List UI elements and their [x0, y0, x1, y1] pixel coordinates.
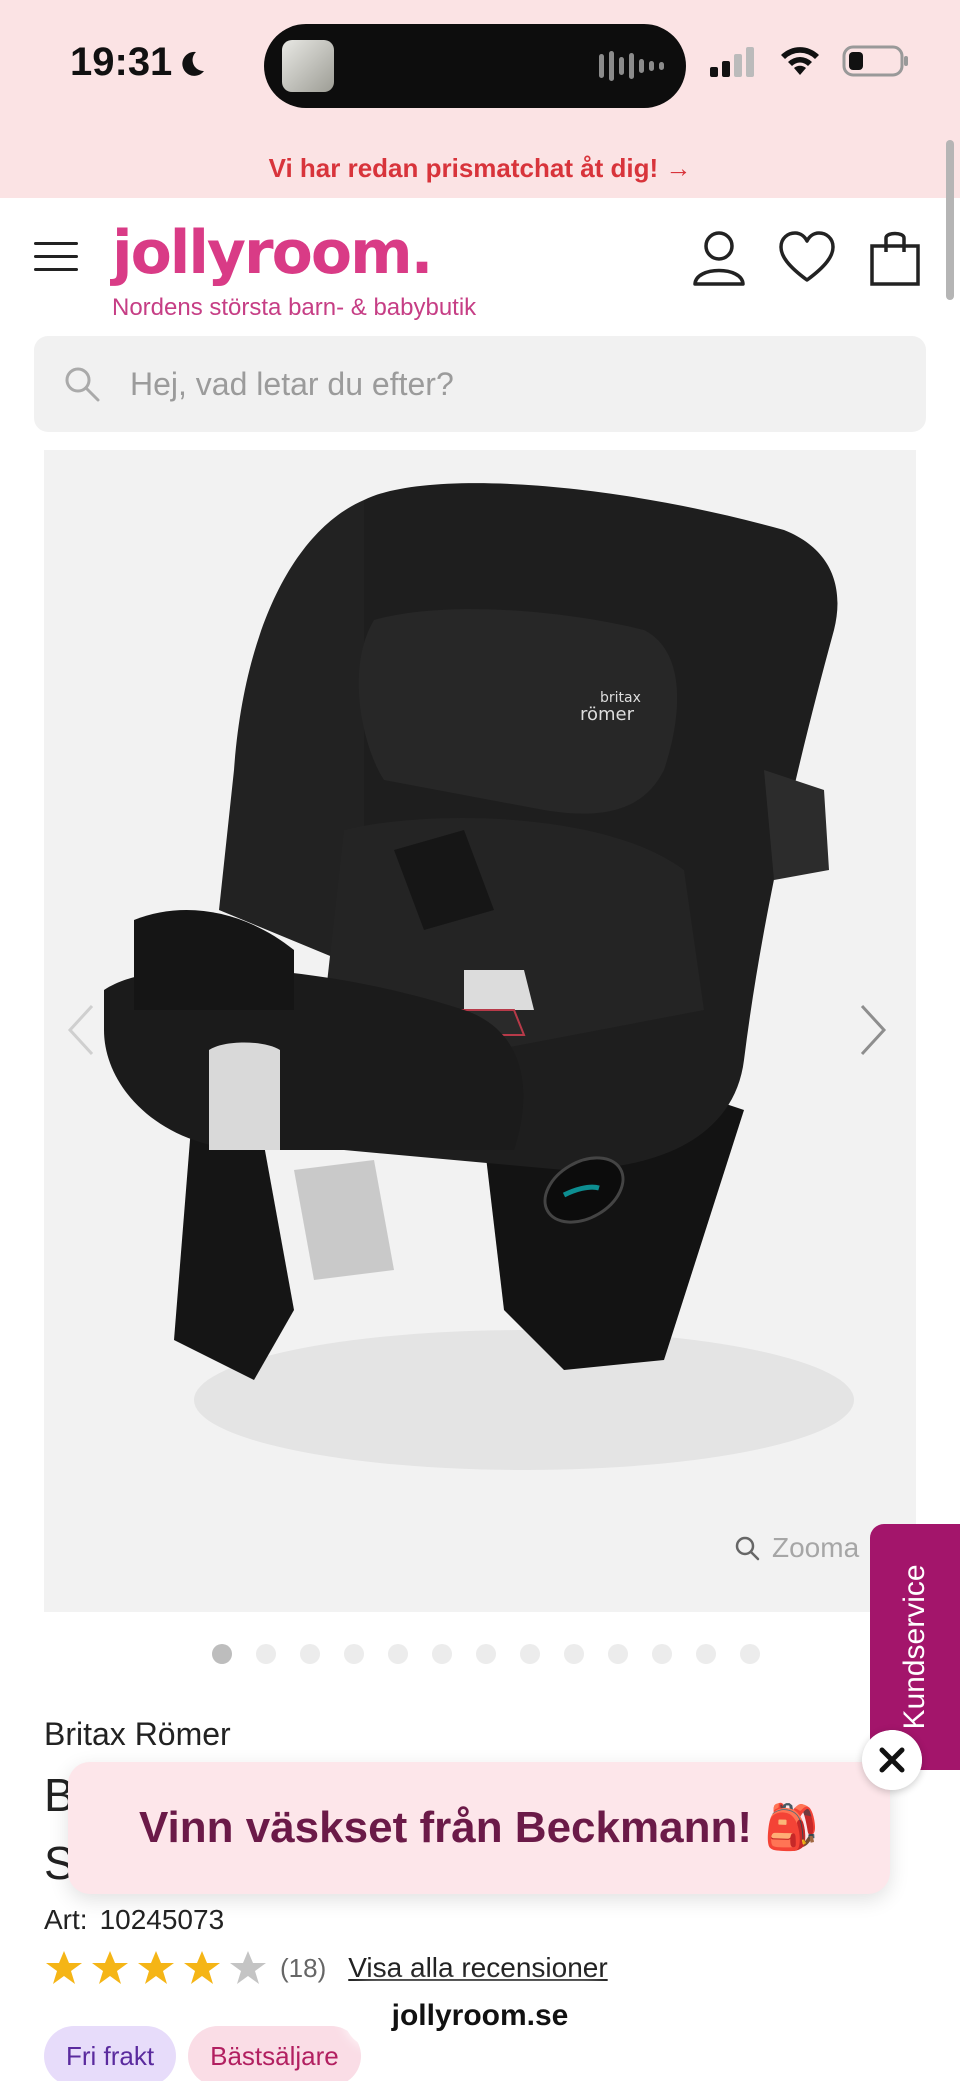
price-match-banner[interactable]: Vi har redan prismatchat åt dig! → [0, 128, 960, 198]
gallery-dot[interactable] [476, 1644, 496, 1664]
wifi-icon [781, 47, 819, 75]
gallery-dot[interactable] [212, 1644, 232, 1664]
gallery-dot[interactable] [564, 1644, 584, 1664]
product-image-gallery[interactable]: britax römer [44, 450, 916, 1612]
star-icon [184, 1951, 220, 1984]
status-bar: 19:31 [0, 0, 960, 128]
wishlist-heart-icon[interactable] [778, 228, 836, 288]
campaign-popup[interactable]: Vinn väskset från Beckmann! 🎒 [68, 1762, 890, 1894]
status-time: 19:31 [70, 40, 208, 85]
now-playing-thumbnail [282, 40, 334, 92]
gallery-dot[interactable] [344, 1644, 364, 1664]
customer-service-label: Kundservice [898, 1564, 931, 1730]
tagline: Nordens största barn- & babybutik [112, 294, 477, 321]
article-label: Art: [44, 1904, 88, 1935]
zoom-button[interactable]: Zooma [734, 1532, 859, 1564]
price-match-link[interactable]: Vi har redan prismatchat åt dig! → [269, 153, 692, 183]
account-icon[interactable] [690, 228, 748, 288]
badge-free-shipping: Fri frakt [44, 2026, 177, 2081]
signal-icon [710, 47, 754, 77]
search-input[interactable] [130, 354, 890, 414]
svg-text:römer: römer [580, 704, 635, 725]
badge-bestseller: Bästsäljare [188, 2026, 361, 2081]
moon-icon [182, 51, 205, 76]
page-scrollbar[interactable] [946, 140, 954, 300]
battery-icon [842, 45, 908, 77]
zoom-search-icon [735, 1536, 760, 1561]
gallery-dot[interactable] [696, 1644, 716, 1664]
gallery-dot[interactable] [300, 1644, 320, 1664]
star-icon [46, 1951, 82, 1984]
star-icon [138, 1951, 174, 1984]
campaign-popup-text: Vinn väskset från Beckmann! 🎒 [138, 1803, 819, 1852]
zoom-label: Zooma [772, 1532, 860, 1563]
star-icon [92, 1951, 128, 1984]
close-icon[interactable] [862, 1730, 922, 1790]
product-image-car-seat: britax römer [104, 483, 854, 1470]
gallery-dot[interactable] [652, 1644, 672, 1664]
article-value: 10245073 [99, 1904, 225, 1935]
gallery-dot[interactable] [256, 1644, 276, 1664]
product-rating[interactable]: (18) Visa alla recensioner [44, 1948, 608, 1988]
shopping-bag-icon[interactable] [866, 228, 924, 288]
browser-url-bar[interactable]: jollyroom.se [344, 1984, 616, 2048]
star-empty-icon [230, 1951, 266, 1984]
article-number: Art: 10245073 [44, 1904, 224, 1936]
gallery-next-arrow-icon[interactable] [856, 1000, 890, 1060]
gallery-dot[interactable] [432, 1644, 452, 1664]
gallery-pagination [212, 1644, 760, 1664]
dynamic-island [264, 24, 686, 108]
all-reviews-link[interactable]: Visa alla recensioner [348, 1952, 607, 1984]
product-badges: Fri frakt Bästsäljare [44, 2026, 361, 2081]
status-time-text: 19:31 [70, 40, 173, 84]
product-brand[interactable]: Britax Römer [44, 1716, 231, 1753]
logo[interactable]: jollyroom. [112, 218, 433, 288]
audio-waveform-icon [599, 50, 664, 82]
gallery-dot[interactable] [740, 1644, 760, 1664]
search-icon [65, 367, 100, 402]
gallery-dot[interactable] [608, 1644, 628, 1664]
status-icons [708, 44, 910, 78]
review-count: (18) [280, 1952, 327, 1983]
gallery-prev-arrow-icon[interactable] [64, 1000, 98, 1060]
search-bar[interactable] [34, 336, 926, 432]
menu-icon[interactable] [34, 242, 78, 274]
site-header: jollyroom. Nordens största barn- & babyb… [0, 198, 960, 330]
header-actions [690, 228, 924, 288]
gallery-dot[interactable] [520, 1644, 540, 1664]
gallery-dot[interactable] [388, 1644, 408, 1664]
